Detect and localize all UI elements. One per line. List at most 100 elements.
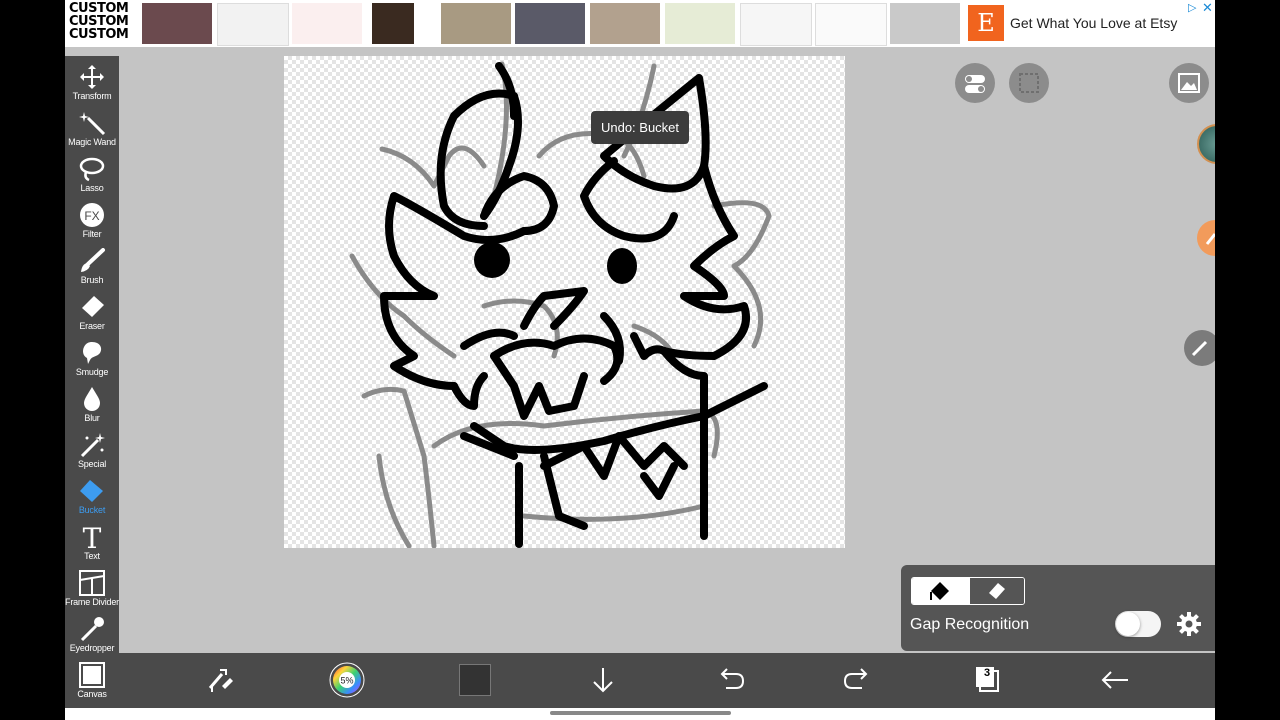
reference-image-button[interactable] [1169, 63, 1209, 103]
frame-divider-icon [79, 570, 105, 596]
smudge-icon [83, 342, 102, 364]
tool-label: Filter [82, 229, 102, 239]
layers-button[interactable]: 3 [969, 662, 1005, 698]
tool-label: Text [84, 551, 100, 561]
brush-small-icon [1205, 233, 1215, 245]
ad-banner[interactable]: CUSTOM CUSTOM CUSTOM E Get What You Love… [65, 0, 1215, 47]
tool-label: Eyedropper [69, 643, 115, 653]
bottom-toolbar: 5% 3 [119, 653, 1215, 708]
tool-eraser[interactable]: Eraser [65, 292, 119, 338]
ad-thumbnail[interactable] [815, 3, 887, 46]
ad-thumbnail[interactable] [217, 3, 289, 46]
layer-count: 3 [983, 667, 991, 679]
switch-knob [1116, 612, 1140, 636]
toggle-controls-button[interactable] [955, 63, 995, 103]
tool-magic-wand[interactable]: Magic Wand [65, 108, 119, 154]
sparkle-wand-icon [80, 433, 105, 458]
tool-sidebar: Transform Magic Wand Lasso FX Filter Bru… [65, 56, 119, 708]
tool-frame-divider[interactable]: Frame Divider [65, 568, 119, 614]
brush-icon [81, 248, 105, 272]
drop-icon [84, 387, 100, 411]
move-arrows-icon [80, 65, 104, 89]
erase-mode-button[interactable] [969, 578, 1024, 604]
tool-brush[interactable]: Brush [65, 246, 119, 292]
tool-label: Blur [84, 413, 100, 423]
fx-glyph: FX [84, 209, 99, 223]
fill-mode-button[interactable] [912, 578, 969, 604]
eraser-small-icon [989, 583, 1005, 599]
tool-label: Eraser [79, 321, 105, 331]
sketch-drawing [349, 61, 772, 548]
selection-button[interactable] [1009, 63, 1049, 103]
close-icon[interactable]: ✕ [1202, 0, 1213, 16]
gap-recognition-switch[interactable] [1115, 611, 1161, 637]
tool-blur[interactable]: Blur [65, 384, 119, 430]
tool-lasso[interactable]: Lasso [65, 154, 119, 200]
gear-icon[interactable] [1176, 611, 1202, 637]
tool-label: Lasso [80, 183, 104, 193]
pencil-icon [1191, 340, 1208, 357]
back-arrow-icon[interactable] [1097, 662, 1133, 698]
color-wheel-button[interactable]: 5% [329, 662, 365, 698]
gap-recognition-label: Gap Recognition [910, 616, 1030, 633]
ad-thumbnail[interactable] [890, 3, 960, 44]
drawing-canvas[interactable] [284, 56, 845, 548]
ad-custom-logo[interactable]: CUSTOM CUSTOM CUSTOM [69, 2, 137, 45]
fx-icon: FX [80, 203, 104, 227]
tool-label: Frame Divider [65, 597, 119, 607]
tool-canvas[interactable]: Canvas [65, 660, 119, 706]
tool-label: Special [77, 459, 107, 469]
magic-wand-icon [79, 112, 106, 136]
tool-special[interactable]: Special [65, 430, 119, 476]
ad-thumbnail[interactable] [740, 3, 812, 46]
tool-text[interactable]: T Text [65, 522, 119, 568]
lasso-icon [79, 157, 105, 182]
home-indicator[interactable] [550, 711, 731, 715]
toggle-icon [965, 75, 985, 93]
color-wheel-icon: 5% [329, 662, 365, 698]
color-history-button[interactable] [1197, 124, 1215, 164]
tool-transform[interactable]: Transform [65, 62, 119, 108]
adchoices-icon[interactable]: ▷ [1188, 1, 1196, 14]
text-glyph: T [83, 524, 102, 550]
ad-headline[interactable]: Get What You Love at Etsy [1010, 15, 1177, 31]
fill-bucket-icon [930, 582, 949, 600]
ad-thumbnail[interactable] [590, 3, 660, 44]
text-icon: T [83, 524, 102, 550]
redo-icon[interactable] [840, 662, 876, 698]
bucket-icon [80, 480, 103, 502]
color-swatch-button[interactable] [459, 664, 491, 696]
canvas-icon [79, 662, 105, 688]
tool-smudge[interactable]: Smudge [65, 338, 119, 384]
tool-label: Bucket [78, 505, 106, 515]
ad-thumbnail[interactable] [665, 3, 735, 44]
edit-button[interactable] [1184, 330, 1215, 366]
ad-thumbnail[interactable] [142, 3, 212, 44]
brush-opacity-value: 5% [340, 676, 353, 686]
image-icon [1178, 73, 1200, 93]
eyedropper-icon [80, 617, 104, 642]
brush-size-button[interactable] [1197, 220, 1215, 256]
ad-thumbnail[interactable] [441, 3, 511, 44]
tool-filter[interactable]: FX Filter [65, 200, 119, 246]
undo-icon[interactable] [712, 662, 748, 698]
tool-label: Canvas [77, 689, 107, 699]
tool-eyedropper[interactable]: Eyedropper [65, 614, 119, 660]
selection-icon [1019, 73, 1039, 93]
ibispaint-app: CUSTOM CUSTOM CUSTOM E Get What You Love… [65, 0, 1215, 720]
ad-thumbnail[interactable] [292, 3, 362, 44]
home-indicator-area [65, 708, 1215, 720]
tool-label: Smudge [75, 367, 109, 377]
tool-bucket[interactable]: Bucket [65, 476, 119, 522]
tool-label: Brush [80, 275, 104, 285]
tool-label: Magic Wand [68, 137, 116, 147]
eraser-icon [82, 296, 104, 317]
tool-label: Transform [72, 91, 112, 101]
etsy-logo[interactable]: E [968, 5, 1004, 41]
bucket-mode-toggle [911, 577, 1025, 605]
ad-thumbnail[interactable] [515, 3, 585, 44]
ad-thumbnail[interactable] [372, 3, 414, 44]
transform-swap-icon[interactable] [202, 662, 238, 698]
bucket-options-panel: Gap Recognition [901, 565, 1215, 651]
download-arrow-icon[interactable] [585, 662, 621, 698]
